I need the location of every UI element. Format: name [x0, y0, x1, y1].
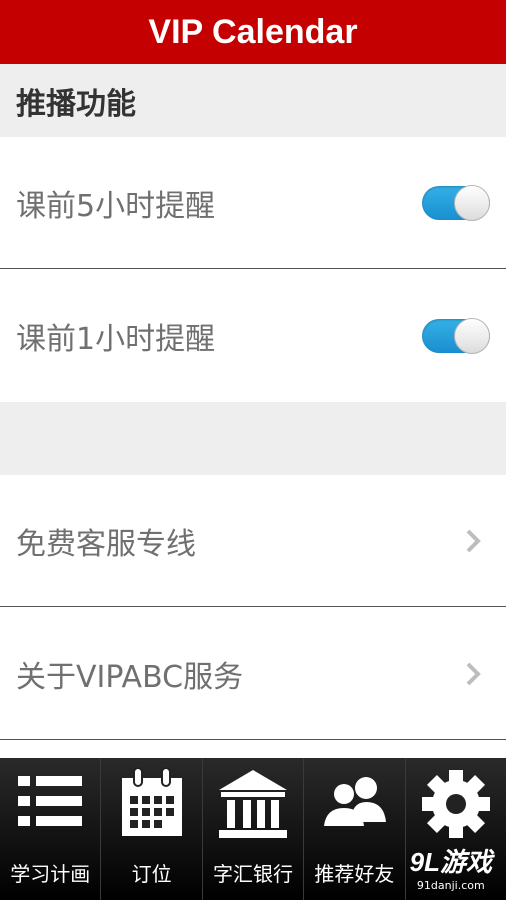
divider [0, 268, 506, 269]
tab-booking[interactable]: 订位 [101, 758, 203, 900]
divider [0, 739, 506, 740]
tab-vocab-bank[interactable]: 字汇银行 [203, 758, 305, 900]
chevron-right-icon [466, 529, 481, 553]
setting-row-1h-reminder: 课前1小时提醒 [0, 270, 506, 402]
menu-row-about[interactable]: 关于VIPABC服务 [0, 608, 506, 740]
tab-label: 学习计画 [10, 862, 91, 886]
watermark-url: 91danji.com [416, 879, 485, 892]
watermark-logo: 9L游戏 [409, 847, 492, 877]
tab-label: 推荐好友 [314, 862, 395, 886]
watermark: 9L游戏 91danji.com [410, 842, 492, 892]
people-icon [324, 777, 387, 826]
app-header: VIP Calendar [0, 0, 506, 64]
reminder-1h-toggle[interactable] [422, 318, 490, 354]
toggle-knob [454, 318, 490, 354]
menu-label: 关于VIPABC服务 [16, 660, 244, 695]
reminder-5h-toggle[interactable] [422, 185, 490, 221]
setting-label: 课前5小时提醒 [16, 189, 216, 224]
menu-label: 免费客服专线 [16, 527, 196, 562]
section-spacer [0, 402, 506, 475]
gear-icon [421, 770, 490, 838]
tab-refer-friend[interactable]: 推荐好友 [304, 758, 406, 900]
section-title-push: 推播功能 [0, 64, 506, 137]
divider [0, 606, 506, 607]
menu-row-hotline[interactable]: 免费客服专线 [0, 475, 506, 607]
setting-row-5h-reminder: 课前5小时提醒 [0, 137, 506, 269]
tab-study-plan[interactable]: 学习计画 [0, 758, 102, 900]
toggle-knob [454, 185, 490, 221]
tab-label: 字汇银行 [213, 862, 294, 886]
app-title: VIP Calendar [148, 12, 358, 51]
tab-label: 订位 [131, 862, 172, 886]
bank-icon [219, 770, 288, 838]
chevron-right-icon [466, 662, 481, 686]
setting-label: 课前1小时提醒 [16, 322, 216, 357]
list-icon [18, 776, 83, 826]
calendar-icon [121, 767, 182, 836]
